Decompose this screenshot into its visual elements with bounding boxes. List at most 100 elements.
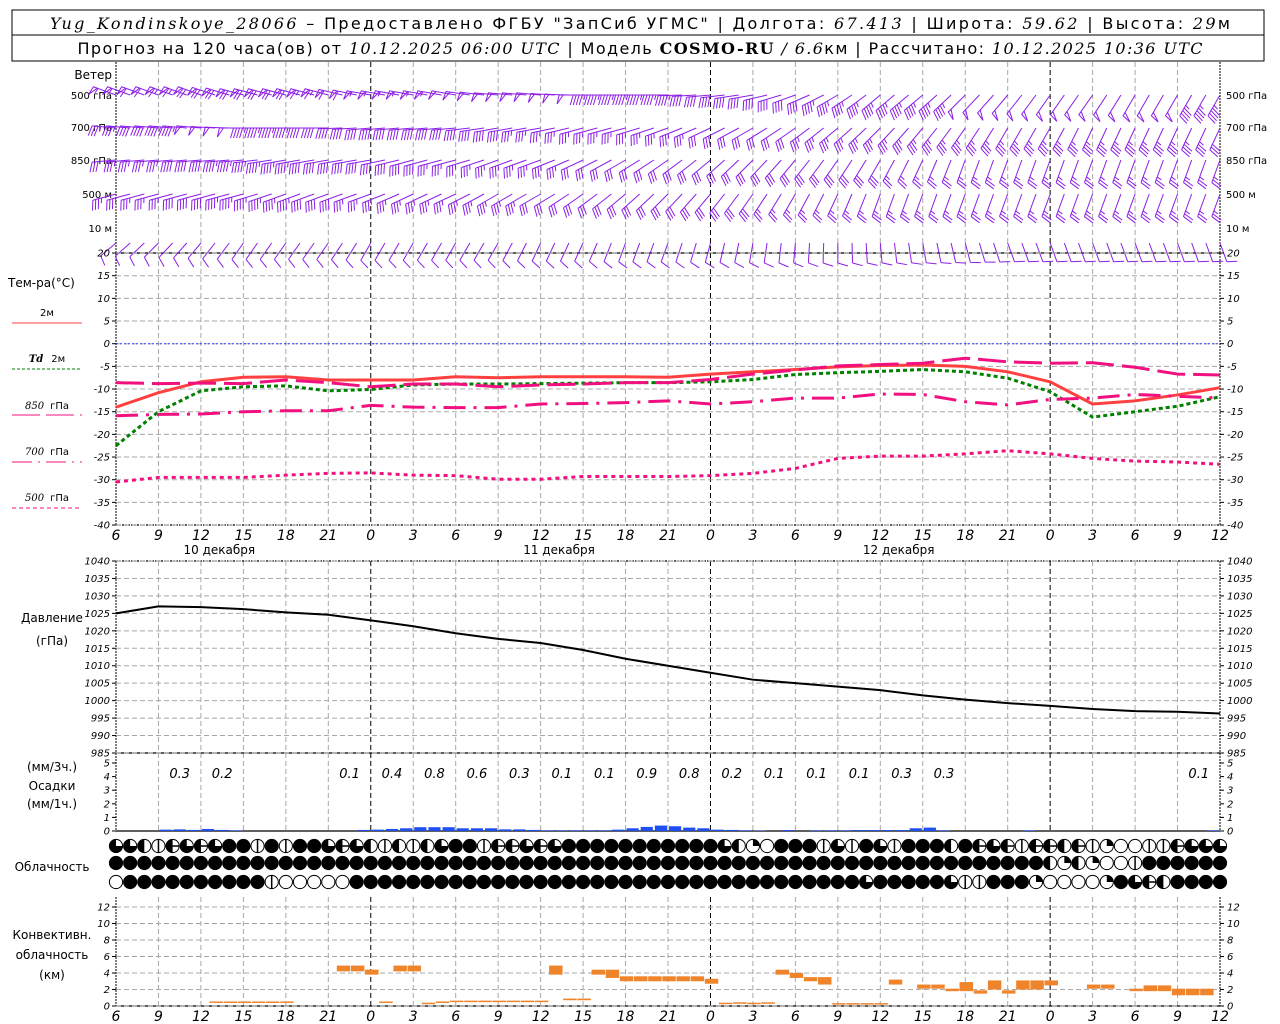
wind-barb bbox=[531, 242, 542, 269]
cloud-cover-symbol bbox=[717, 855, 732, 871]
wind-barb bbox=[812, 193, 825, 223]
day-label: 10 декабря bbox=[184, 543, 256, 557]
cloud-circle bbox=[561, 874, 577, 890]
wind-barb bbox=[1021, 94, 1037, 122]
convective-cloud-bar bbox=[775, 969, 790, 975]
pressure-tick-label: 1040 bbox=[85, 557, 110, 568]
cloud-circle bbox=[108, 874, 124, 890]
wind-barb bbox=[833, 127, 853, 154]
cloud-cover-symbol bbox=[986, 855, 1001, 871]
pressure-tick-label: 995 bbox=[91, 714, 110, 725]
wind-barb bbox=[603, 242, 613, 269]
cloud-circle bbox=[1142, 855, 1157, 871]
wind-barb bbox=[951, 127, 966, 157]
provider-longitude-label: – Предоставлено ФГБУ "ЗапСиб УГМС" | Дол… bbox=[299, 14, 832, 33]
cloud-circle bbox=[377, 855, 393, 871]
cloud-cover-symbol bbox=[307, 874, 322, 890]
wind-barb bbox=[1037, 127, 1051, 157]
x-tick-label: 12 bbox=[192, 1009, 210, 1024]
wind-barb bbox=[1027, 159, 1038, 190]
legend-850-label: 850 гПа bbox=[25, 401, 69, 412]
cloud-cover-symbol bbox=[830, 874, 845, 890]
wind-barb bbox=[575, 159, 598, 182]
x-tick-label: 18 bbox=[617, 528, 635, 544]
convective-tick-label: 0 bbox=[1227, 1002, 1233, 1013]
cloud-circle bbox=[943, 855, 959, 871]
cloud-cover-symbol bbox=[519, 874, 534, 890]
precip-hourly-bar bbox=[683, 827, 696, 831]
cloud-circle bbox=[151, 855, 166, 871]
x-tick-label: 15 bbox=[234, 528, 252, 544]
wind-barb bbox=[1181, 127, 1193, 158]
cloud-cover-symbol bbox=[830, 838, 845, 854]
convective-cloud-bar bbox=[959, 982, 974, 992]
wind-level-label-right: 10 м bbox=[1226, 224, 1249, 235]
cloud-cover-symbol bbox=[774, 838, 789, 854]
cloud-cover-symbol bbox=[972, 838, 987, 854]
cloud-cover-symbol bbox=[1156, 838, 1171, 854]
wind-barb bbox=[1098, 159, 1109, 190]
cloud-cover-symbol bbox=[1170, 855, 1185, 871]
wind-barb bbox=[1027, 193, 1038, 224]
cloud-cover-symbol bbox=[943, 874, 959, 890]
wind-barb bbox=[505, 193, 527, 217]
convective-title-2: облачность bbox=[16, 948, 89, 962]
precip-hourly-bar bbox=[626, 828, 639, 831]
cloud-circle bbox=[986, 874, 1001, 890]
wind-barb bbox=[941, 159, 952, 190]
convective-cloud-bar bbox=[1030, 980, 1044, 990]
cloud-cover-symbol bbox=[505, 855, 520, 871]
cloud-cover-symbol bbox=[646, 838, 661, 854]
convective-cloud-bar bbox=[393, 965, 407, 972]
cloud-circle bbox=[1085, 874, 1100, 890]
cloud-cover-symbol bbox=[802, 838, 817, 854]
cloud-cover-symbol bbox=[349, 874, 364, 890]
wind-barb bbox=[694, 193, 711, 222]
convective-tick-label: 10 bbox=[1227, 919, 1240, 930]
wind-barb bbox=[606, 193, 626, 220]
wind-barb bbox=[893, 242, 908, 266]
cloud-circle bbox=[1043, 874, 1058, 890]
cloud-cover-symbol bbox=[745, 874, 761, 890]
cloud-cover-symbol bbox=[590, 874, 605, 890]
wind-barb bbox=[545, 242, 556, 269]
cloud-fill bbox=[1029, 839, 1036, 853]
cloud-circle bbox=[873, 874, 888, 890]
cloud-circle bbox=[448, 855, 463, 871]
cloud-circle bbox=[1212, 874, 1228, 890]
cloud-cover-symbol bbox=[165, 838, 180, 854]
convective-cloud-bar bbox=[888, 979, 903, 985]
cloud-circle bbox=[618, 874, 633, 890]
cloud-cover-symbol bbox=[321, 874, 336, 890]
cloud-cover-symbol bbox=[802, 855, 817, 871]
cloud-circle bbox=[292, 838, 308, 854]
cloud-cover-symbol bbox=[1014, 838, 1029, 854]
cloud-cover-symbol bbox=[745, 838, 761, 854]
cloud-cover-symbol bbox=[816, 874, 831, 890]
convective-cloud-bar bbox=[733, 1002, 747, 1004]
cloud-circle bbox=[1212, 855, 1228, 871]
wind-barb bbox=[262, 193, 287, 213]
cloud-cover-symbol bbox=[1127, 855, 1143, 871]
cloud-cover-symbol bbox=[1127, 874, 1143, 890]
cloud-cover-symbol bbox=[108, 874, 124, 890]
x-tick-label: 9 bbox=[154, 528, 163, 544]
cloud-circle bbox=[660, 874, 676, 890]
cloud-cover-symbol bbox=[1014, 874, 1029, 890]
cloud-cover-symbol bbox=[745, 855, 761, 871]
cloud-circle bbox=[1099, 855, 1114, 871]
wind-barb bbox=[560, 242, 570, 269]
convective-cloud-bar bbox=[478, 1000, 492, 1003]
x-tick-label: 15 bbox=[914, 1009, 932, 1024]
cloud-circle bbox=[1156, 855, 1171, 871]
legend-500-label: 500 гПа bbox=[25, 493, 69, 504]
precip-3h-total: 0.3 bbox=[509, 767, 530, 782]
cloud-circle bbox=[434, 855, 449, 871]
wind-barb bbox=[129, 242, 145, 267]
cloud-circle bbox=[759, 874, 775, 890]
wind-barb bbox=[772, 94, 796, 114]
temperature-tick-label: -20 bbox=[1227, 430, 1243, 441]
cloud-cover-symbol bbox=[292, 855, 308, 871]
cloud-circle bbox=[1000, 874, 1015, 890]
wind-barb bbox=[885, 193, 896, 224]
